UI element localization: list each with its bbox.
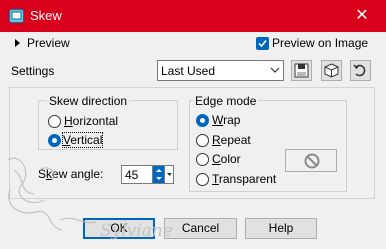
wrap-label[interactable]: Wrap: [212, 113, 240, 127]
skew-angle-value[interactable]: 45: [125, 168, 138, 182]
reset-icon: [353, 64, 366, 77]
chevron-down-icon: [270, 67, 280, 73]
save-preset-icon: [294, 63, 309, 78]
color-label[interactable]: Color: [212, 152, 241, 166]
repeat-label-rest: epeat: [220, 133, 251, 147]
checkmark-icon: [258, 39, 267, 48]
preview-toggle[interactable]: Preview: [27, 36, 70, 50]
color-label-rest: olor: [220, 152, 241, 166]
repeat-label-mnemonic: R: [212, 133, 221, 147]
preview-on-image-label[interactable]: Preview on Image: [272, 36, 368, 50]
color-swatch-button[interactable]: [285, 149, 337, 172]
skew-direction-title: Skew direction: [47, 94, 130, 108]
vertical-radio[interactable]: [48, 134, 61, 147]
reset-button[interactable]: [350, 60, 371, 81]
help-button[interactable]: Help: [245, 218, 317, 239]
preset-select-value: Last Used: [161, 64, 216, 78]
preview-on-image-checkbox[interactable]: [256, 37, 269, 50]
horizontal-label-rest: orizontal: [72, 114, 119, 128]
repeat-radio[interactable]: [196, 134, 209, 147]
triangle-down-icon: [167, 173, 172, 176]
horizontal-radio[interactable]: [48, 115, 61, 128]
horizontal-label-mnemonic: H: [64, 114, 73, 128]
wrap-label-rest: rap: [223, 113, 241, 127]
transparent-label-mnemonic: T: [212, 172, 219, 186]
triangle-right-icon[interactable]: [15, 39, 20, 47]
transparent-label-rest: ransparent: [218, 172, 277, 186]
cancel-button[interactable]: Cancel: [164, 218, 237, 239]
transparent-label[interactable]: Transparent: [212, 172, 276, 186]
skew-app-icon: [9, 9, 24, 23]
spin-dropdown[interactable]: [164, 166, 173, 183]
skew-angle-label: Skew angle:: [38, 167, 103, 181]
settings-label: Settings: [11, 64, 55, 78]
skew-angle-label-rest: ew angle:: [52, 167, 104, 181]
window-title: Skew: [30, 8, 62, 23]
close-button[interactable]: ✕: [349, 6, 375, 26]
no-color-icon: [304, 153, 320, 169]
preset-select[interactable]: Last Used: [157, 60, 284, 81]
wrap-radio[interactable]: [196, 114, 209, 127]
color-radio[interactable]: [196, 153, 209, 166]
skew-angle-label-a: S: [38, 167, 47, 181]
vertical-label[interactable]: Vertical: [61, 132, 104, 148]
load-preset-icon: [324, 63, 339, 78]
horizontal-label[interactable]: Horizontal: [64, 114, 118, 128]
ok-button[interactable]: OK: [83, 218, 155, 239]
vertical-label-rest: ertical: [70, 133, 103, 147]
repeat-label[interactable]: Repeat: [212, 133, 251, 147]
skew-angle-spinner[interactable]: 45: [121, 165, 174, 184]
edge-mode-title: Edge mode: [193, 94, 259, 108]
spin-arrows[interactable]: [152, 166, 165, 183]
save-preset-button[interactable]: [291, 60, 312, 81]
transparent-radio[interactable]: [196, 173, 209, 186]
load-preset-button[interactable]: [321, 60, 342, 81]
color-label-mnemonic: C: [212, 152, 221, 166]
wrap-label-mnemonic: W: [212, 113, 224, 127]
